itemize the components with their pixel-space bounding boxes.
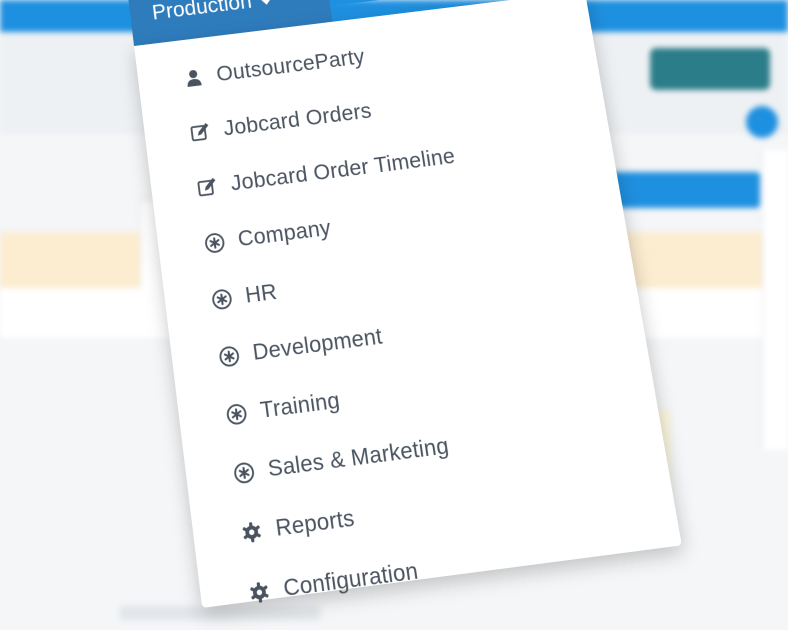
production-menu: Production OutsourceParty Jobcard Orders… <box>126 0 691 608</box>
menu-item-label: Training <box>258 388 342 424</box>
add-button[interactable] <box>746 106 778 138</box>
gear-icon <box>246 579 272 607</box>
menu-item-label: Jobcard Orders <box>222 99 374 141</box>
nav-production-label: Production <box>150 0 254 25</box>
asterisk-circle-icon <box>216 343 242 369</box>
menu-item-label: Development <box>251 324 384 366</box>
menu-item-label: HR <box>243 279 279 308</box>
asterisk-circle-icon <box>224 401 250 428</box>
caret-down-icon <box>259 0 275 6</box>
menu-item-label: Company <box>236 216 333 252</box>
menu-item-label: Configuration <box>281 558 420 602</box>
gear-icon <box>239 519 265 546</box>
edit-icon <box>188 120 213 145</box>
asterisk-circle-icon <box>231 459 257 486</box>
production-dropdown: OutsourceParty Jobcard Orders Jobcard Or… <box>134 0 682 608</box>
asterisk-circle-icon <box>209 286 234 312</box>
menu-item-label: OutsourceParty <box>215 45 367 87</box>
edit-icon <box>195 175 220 200</box>
action-button[interactable] <box>650 48 770 90</box>
asterisk-circle-icon <box>202 230 227 256</box>
menu-item-label: Sales & Marketing <box>266 433 451 482</box>
right-panel <box>762 150 788 450</box>
menu-item-label: Reports <box>274 505 357 542</box>
user-icon <box>181 66 206 91</box>
